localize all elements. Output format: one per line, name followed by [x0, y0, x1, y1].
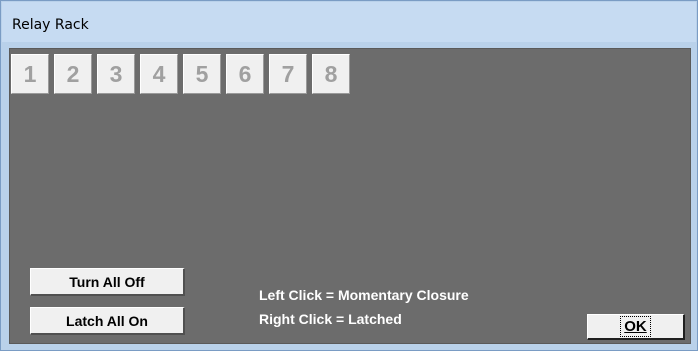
relay-button-7[interactable]: 7 — [269, 54, 307, 94]
ok-button-label: OK — [620, 316, 651, 337]
relay-button-6[interactable]: 6 — [226, 54, 264, 94]
relay-button-3[interactable]: 3 — [97, 54, 135, 94]
ok-button[interactable]: OK — [587, 314, 685, 340]
relay-button-2[interactable]: 2 — [54, 54, 92, 94]
turn-all-off-button[interactable]: Turn All Off — [30, 268, 185, 296]
right-click-help-text: Right Click = Latched — [259, 311, 402, 327]
relay-rack-window: Relay Rack 1 2 3 4 5 6 7 8 Turn All Off … — [0, 0, 698, 351]
title-bar[interactable]: Relay Rack — [2, 2, 696, 42]
window-title: Relay Rack — [12, 17, 89, 33]
latch-all-on-button[interactable]: Latch All On — [30, 307, 185, 335]
relay-button-8[interactable]: 8 — [312, 54, 350, 94]
relay-button-row: 1 2 3 4 5 6 7 8 — [11, 54, 355, 94]
relay-button-5[interactable]: 5 — [183, 54, 221, 94]
left-click-help-text: Left Click = Momentary Closure — [259, 287, 469, 303]
relay-button-1[interactable]: 1 — [11, 54, 49, 94]
relay-button-4[interactable]: 4 — [140, 54, 178, 94]
relay-panel: 1 2 3 4 5 6 7 8 Turn All Off Latch All O… — [9, 48, 691, 344]
